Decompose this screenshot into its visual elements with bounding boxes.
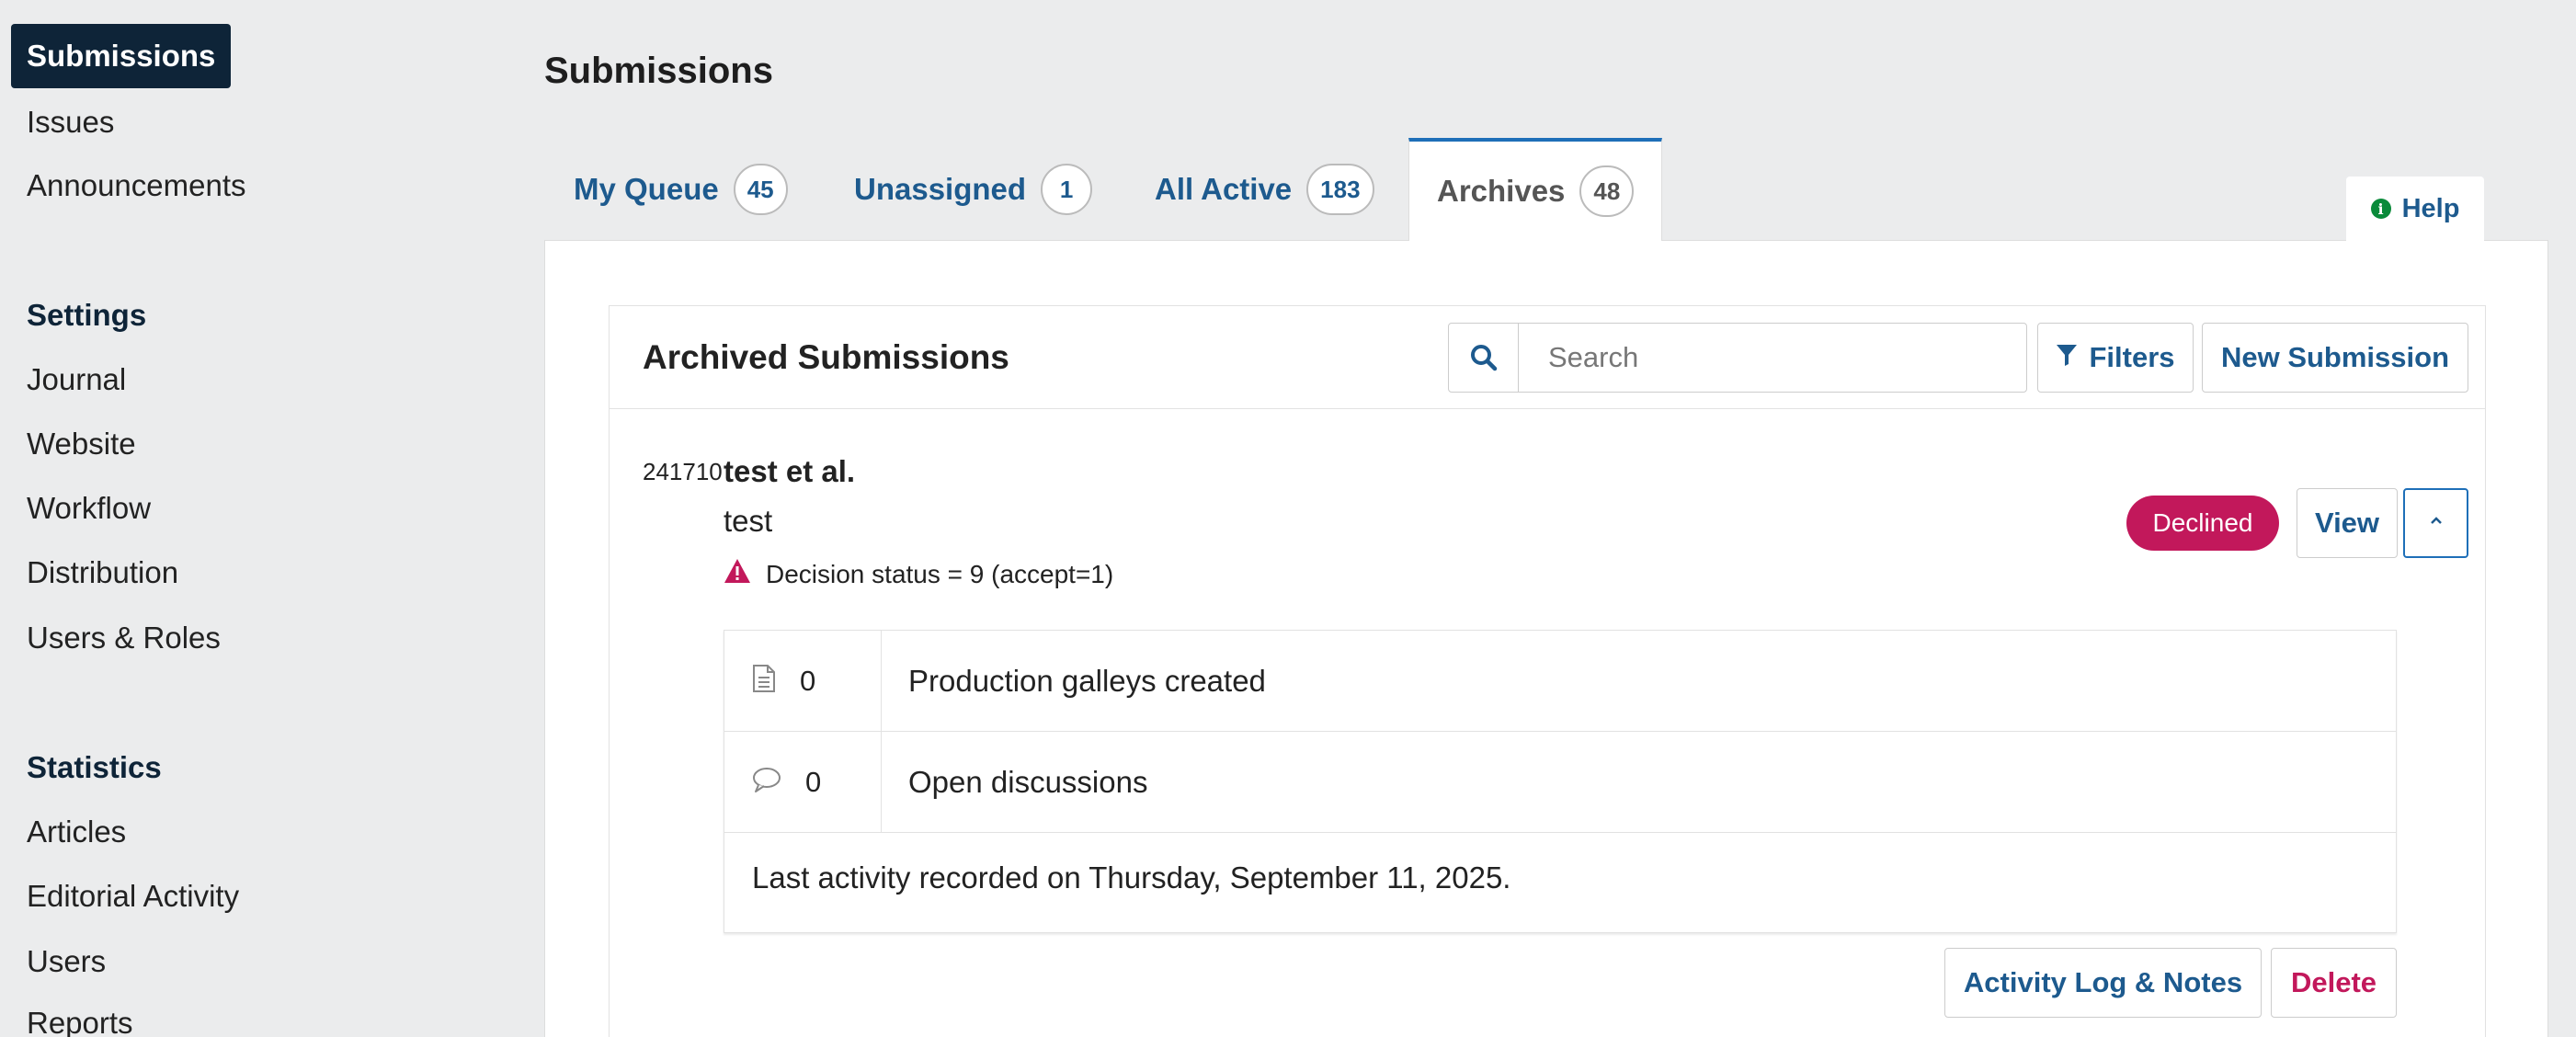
tab-count-badge: 1 (1041, 164, 1093, 215)
info-icon: i (2370, 199, 2391, 219)
tab-label: Unassigned (854, 172, 1027, 206)
discussions-row: 0 Open discussions (724, 732, 2396, 833)
submission-authors: test et al. (724, 454, 856, 488)
search-icon[interactable] (1449, 324, 1519, 392)
help-label: Help (2401, 193, 2460, 223)
comment-icon (752, 767, 781, 797)
discussions-count: 0 (805, 765, 822, 798)
activity-log-button[interactable]: Activity Log & Notes (1944, 948, 2262, 1018)
galleys-label: Production galleys created (908, 663, 1266, 698)
sidebar-item-editorial-activity[interactable]: Editorial Activity (27, 878, 239, 915)
filters-button[interactable]: Filters (2037, 323, 2194, 393)
sidebar-item-issues[interactable]: Issues (27, 104, 114, 141)
tab-count-badge: 183 (1306, 164, 1374, 215)
archived-submissions-panel: Archived Submissions Filters New Submiss… (609, 305, 2486, 1037)
sidebar-item-reports[interactable]: Reports (27, 1005, 133, 1037)
submission-warning: Decision status = 9 (accept=1) (724, 558, 1113, 590)
status-badge: Declined (2126, 496, 2279, 551)
galleys-row: 0 Production galleys created (724, 631, 2396, 732)
sidebar-heading-statistics: Statistics (27, 750, 162, 784)
sidebar-item-submissions[interactable]: Submissions (11, 24, 232, 88)
sidebar: Submissions Issues Announcements Setting… (0, 0, 542, 1037)
page-title: Submissions (544, 51, 773, 91)
delete-button[interactable]: Delete (2271, 948, 2397, 1018)
tab-my-queue[interactable]: My Queue 45 (574, 138, 788, 241)
tab-archives[interactable]: Archives 48 (1408, 138, 1663, 241)
galleys-stat: 0 (724, 631, 882, 731)
chevron-up-icon (2427, 515, 2445, 532)
tab-count-badge: 45 (733, 164, 788, 215)
discussions-stat: 0 (724, 732, 882, 832)
sidebar-item-articles[interactable]: Articles (27, 814, 126, 850)
tab-count-badge: 48 (1579, 165, 1635, 217)
filters-label: Filters (2089, 341, 2175, 373)
panel-header: Archived Submissions Filters New Submiss… (610, 306, 2485, 409)
sidebar-item-distribution[interactable]: Distribution (27, 554, 178, 591)
tab-label: My Queue (574, 172, 719, 206)
sidebar-item-users[interactable]: Users (27, 943, 106, 980)
submission-title: test (724, 504, 773, 538)
help-button[interactable]: i Help (2346, 177, 2484, 241)
collapse-button[interactable] (2403, 488, 2468, 558)
submission-id: 241710 (643, 458, 723, 485)
document-icon (752, 664, 776, 698)
submission-details: 0 Production galleys created 0 Open disc… (724, 630, 2397, 933)
search-box (1448, 323, 2027, 393)
sidebar-item-website[interactable]: Website (27, 426, 136, 462)
warning-icon (724, 558, 751, 590)
discussions-label: Open discussions (908, 764, 1148, 799)
view-button[interactable]: View (2297, 488, 2398, 558)
tab-all-active[interactable]: All Active 183 (1155, 138, 1374, 241)
new-submission-button[interactable]: New Submission (2202, 323, 2468, 393)
sidebar-item-workflow[interactable]: Workflow (27, 490, 151, 527)
tab-label: Archives (1437, 174, 1566, 208)
galleys-count: 0 (800, 664, 816, 697)
sidebar-heading-settings: Settings (27, 298, 147, 332)
filter-icon (2056, 341, 2078, 374)
sidebar-item-journal[interactable]: Journal (27, 361, 126, 398)
search-input[interactable] (1519, 324, 2026, 392)
last-activity-text: Last activity recorded on Thursday, Sept… (752, 860, 1511, 895)
app-root: Submissions Issues Announcements Setting… (0, 0, 2576, 1037)
sidebar-item-users-roles[interactable]: Users & Roles (27, 620, 221, 656)
tab-unassigned[interactable]: Unassigned 1 (854, 138, 1093, 241)
warning-text: Decision status = 9 (accept=1) (766, 559, 1114, 588)
panel-title: Archived Submissions (643, 338, 1009, 376)
tab-label: All Active (1155, 172, 1293, 206)
sidebar-item-announcements[interactable]: Announcements (27, 167, 246, 204)
